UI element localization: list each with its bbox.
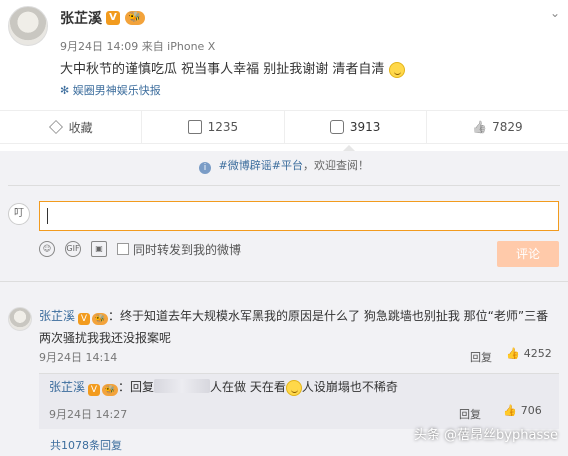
reply-text-a: 人在做 天在看: [210, 380, 286, 394]
gif-icon[interactable]: GIF: [65, 241, 81, 257]
reply-author[interactable]: 张芷溪: [49, 380, 85, 394]
like-button[interactable]: 7829: [427, 111, 568, 143]
chevron-down-icon[interactable]: ⌄: [550, 6, 560, 20]
emoji-icon[interactable]: ☺: [39, 241, 55, 257]
comment-time: 9月24日 14:14: [39, 351, 118, 364]
author-avatar[interactable]: [8, 6, 48, 46]
share-button[interactable]: 1235: [142, 111, 285, 143]
level-badge: 🐝: [92, 313, 109, 325]
post-actions: 收藏 1235 3913 7829: [0, 110, 568, 144]
reply-text-b: 人设崩塌也不稀奇: [301, 380, 398, 394]
reply-button[interactable]: 回复: [459, 406, 481, 422]
watermark: 头条 @蓓昂丝byphasse: [413, 428, 558, 443]
comments-section: i #微博辟谣#平台，欢迎查阅！ 叮 ☺ GIF ▣ 同时转发到我的微博 评论 …: [0, 151, 568, 456]
rumor-link[interactable]: #微博辟谣#平台: [219, 159, 303, 172]
verified-badge: V: [88, 384, 101, 396]
share-icon: [187, 120, 202, 134]
like-count: 7829: [492, 120, 523, 134]
comment-count: 3913: [349, 120, 381, 134]
comment-item: 张芷溪 V 🐝 ：终于知道去年大规模水军黑我的原因是什么了 狗急跳墙也别扯我 那位“老…: [39, 305, 559, 349]
favorite-label: 收藏: [68, 120, 93, 135]
comment-icon: [329, 120, 344, 134]
blurred-username: [154, 379, 211, 393]
post-source-label: 娱圈男神娱乐快报: [72, 84, 161, 97]
comment-text: ：终于知道去年大规模水军黑我的原因是什么了 狗急跳墙也别扯我 那位“老师”三番两…: [39, 309, 549, 345]
image-icon[interactable]: ▣: [91, 241, 107, 257]
submit-comment-button[interactable]: 评论: [497, 241, 559, 267]
comment-input[interactable]: [39, 201, 559, 231]
post-author[interactable]: 张芷溪: [60, 8, 102, 28]
reply-prefix: ：回复: [118, 380, 155, 394]
divider: [8, 185, 560, 186]
share-count: 1235: [207, 120, 239, 134]
post-meta: 9月24日 14:09 来自 iPhone X: [60, 40, 216, 53]
divider: [0, 281, 568, 282]
comment-button[interactable]: 3913: [285, 111, 427, 143]
reply-like-count: 706: [520, 404, 542, 417]
star-icon: [48, 120, 63, 134]
level-badge: 🐝: [102, 384, 119, 396]
more-replies-link[interactable]: 共1078条回复: [50, 437, 122, 453]
info-icon: i: [199, 162, 212, 174]
current-user-avatar[interactable]: 叮: [8, 203, 30, 225]
thumbs-up-icon: [472, 120, 486, 134]
rumor-notice: i #微博辟谣#平台，欢迎查阅！: [0, 157, 568, 174]
comment-author[interactable]: 张芷溪: [39, 309, 75, 323]
weibo-post: 张芷溪 V 🐝 9月24日 14:09 来自 iPhone X 大中秋节的谨慎吃…: [0, 0, 568, 110]
reply-thread: 张芷溪 V 🐝 ：回复 人在做 天在看 人设崩塌也不稀奇 9月24日 14:27 回复 👍…: [39, 373, 559, 429]
verified-badge: V: [106, 11, 120, 25]
verified-badge: V: [78, 313, 91, 325]
reply-like-button[interactable]: 👍 706: [503, 404, 542, 417]
post-source[interactable]: ✻ 娱圈男神娱乐快报: [60, 82, 161, 98]
forward-option[interactable]: 同时转发到我的微博: [117, 241, 241, 258]
thumbs-up-icon: 👍: [503, 404, 517, 417]
reply-button[interactable]: 回复: [470, 349, 492, 365]
reply-item: 张芷溪 V 🐝 ：回复 人在做 天在看 人设崩塌也不稀奇: [49, 378, 398, 396]
comment-like-count: 4252: [523, 347, 552, 360]
forward-label: 同时转发到我的微博: [133, 242, 242, 257]
post-text-content: 大中秋节的谨慎吃瓜 祝当事人幸福 别扯我谢谢 清者自清: [60, 62, 385, 77]
comment-tools: ☺ GIF ▣ 同时转发到我的微博: [39, 237, 241, 261]
notice-suffix: ，欢迎查阅！: [302, 159, 369, 172]
smile-emoji-icon: [388, 61, 405, 78]
post-text: 大中秋节的谨慎吃瓜 祝当事人幸福 别扯我谢谢 清者自清: [60, 58, 405, 78]
favorite-button[interactable]: 收藏: [0, 111, 143, 143]
level-badge: 🐝: [125, 11, 145, 25]
smile-emoji-icon: [285, 379, 302, 396]
comment-like-button[interactable]: 👍 4252: [506, 347, 552, 360]
thumbs-up-icon: 👍: [506, 347, 520, 360]
forward-checkbox[interactable]: [117, 243, 129, 255]
text-cursor: [47, 208, 48, 224]
comment-author-avatar[interactable]: [8, 307, 32, 331]
reply-time: 9月24日 14:27: [49, 408, 128, 421]
